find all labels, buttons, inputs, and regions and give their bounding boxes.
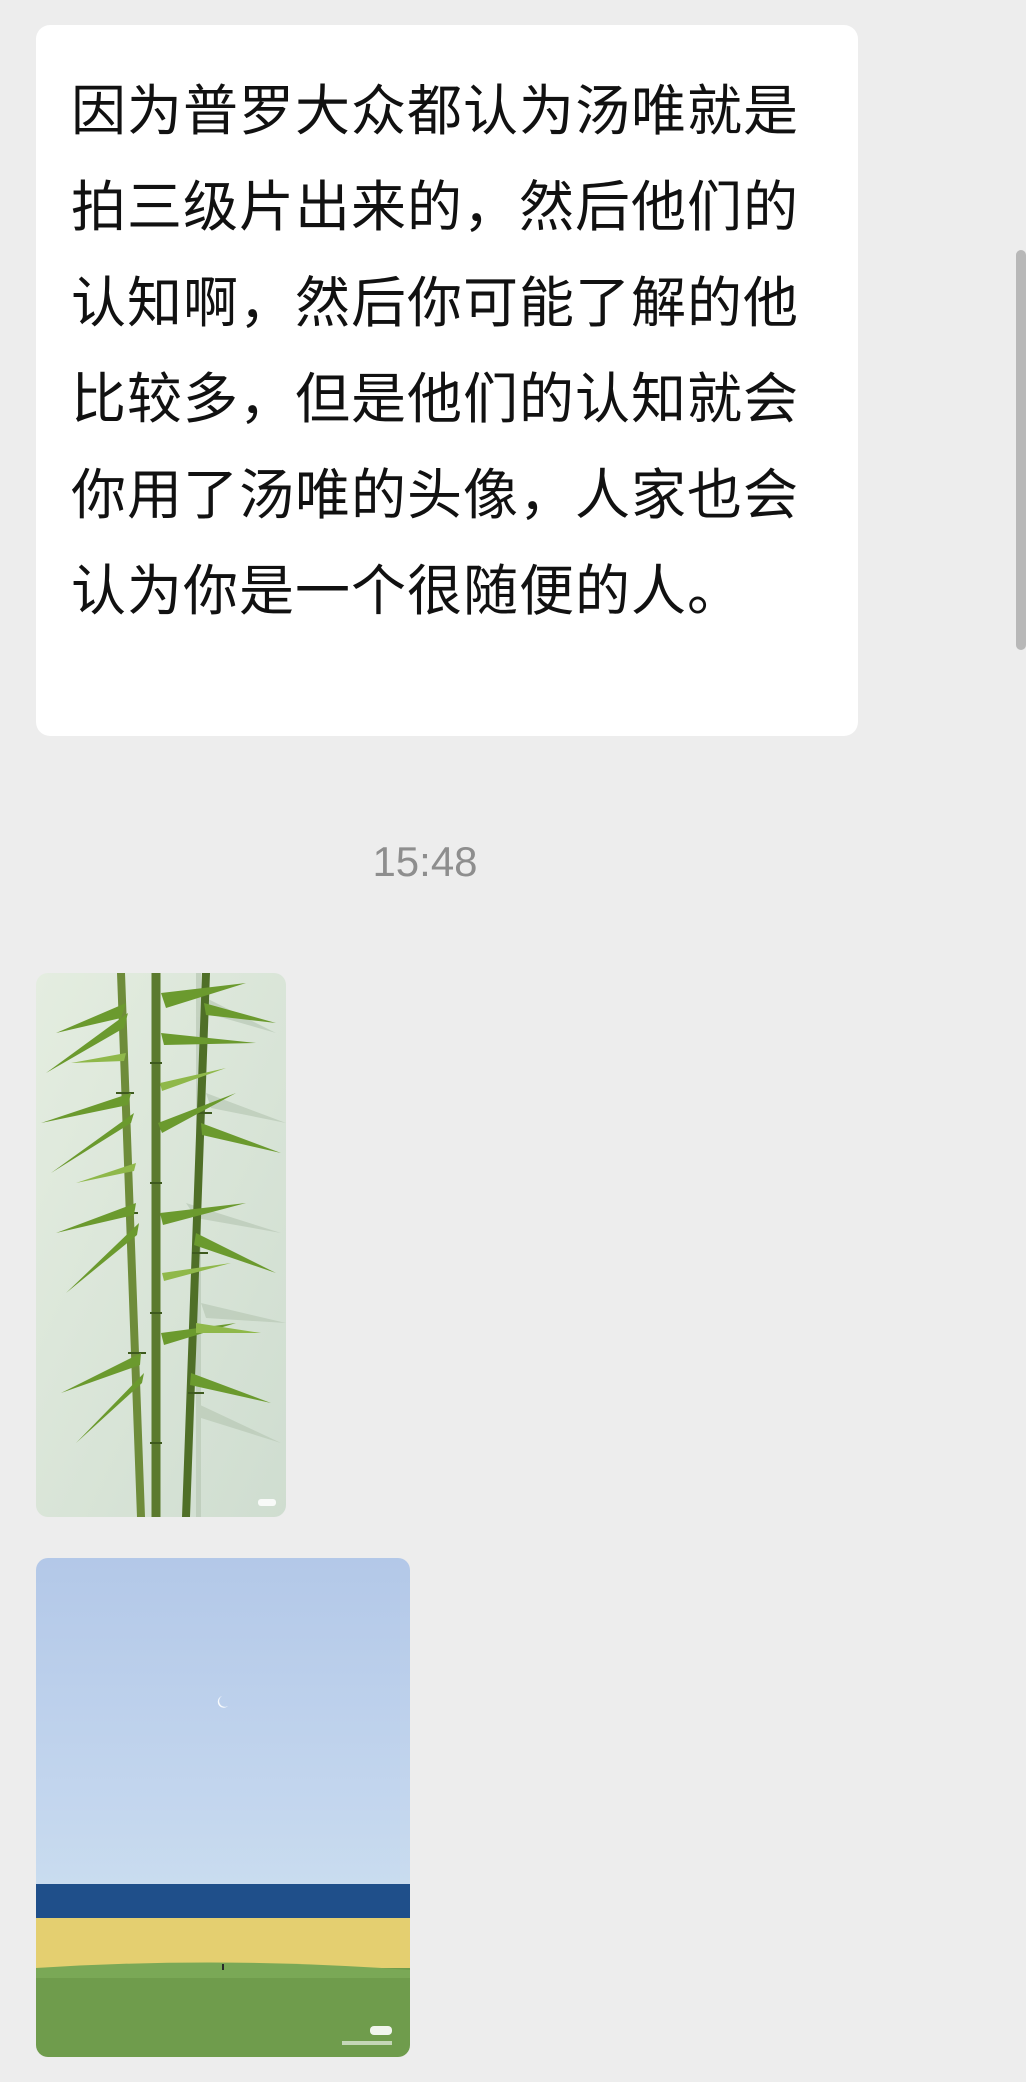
chat-window: 因为普罗大众都认为汤唯就是拍三级片出来的，然后他们的认知啊，然后你可能了解的他比… — [0, 0, 1026, 2082]
scrollbar[interactable] — [1016, 250, 1026, 650]
image-message-bamboo[interactable] — [36, 973, 286, 1517]
message-timestamp: 15:48 — [372, 838, 478, 885]
image-message-sea-field[interactable] — [36, 1558, 410, 2057]
bamboo-image — [36, 973, 286, 1517]
received-message-bubble[interactable]: 因为普罗大众都认为汤唯就是拍三级片出来的，然后他们的认知啊，然后你可能了解的他比… — [36, 25, 858, 736]
message-text: 因为普罗大众都认为汤唯就是拍三级片出来的，然后他们的认知啊，然后你可能了解的他比… — [71, 79, 800, 623]
sea-field-image — [36, 1558, 410, 2057]
